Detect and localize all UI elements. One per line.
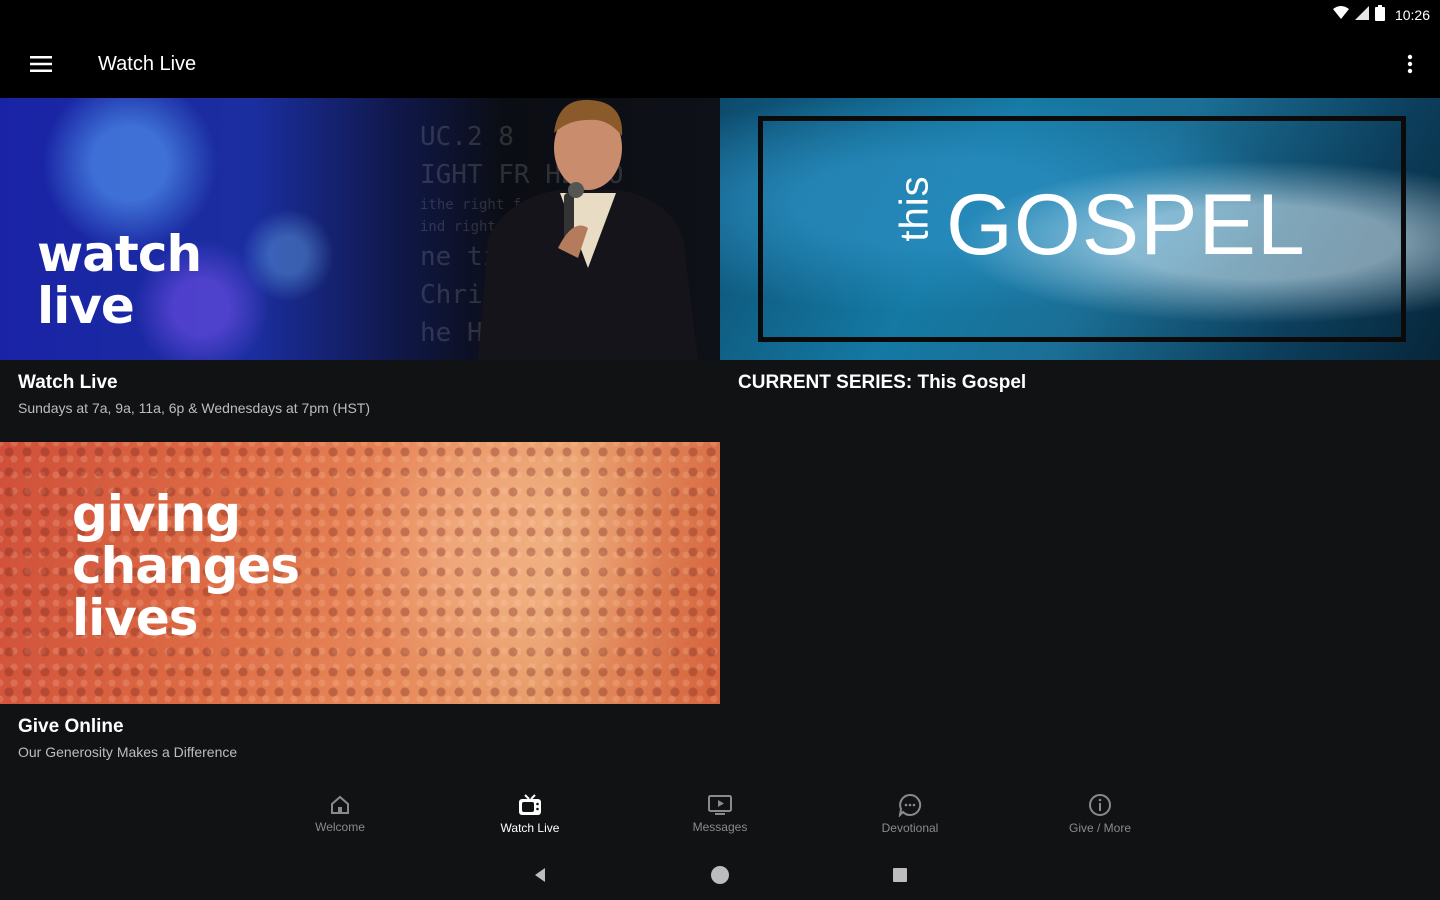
wifi-icon — [1332, 5, 1349, 25]
card-subtitle: Our Generosity Makes a Difference — [18, 744, 238, 760]
battery-icon — [1374, 4, 1385, 26]
banner-text-this: this — [892, 175, 937, 242]
card-watch-live[interactable]: UC.2 8 IGHT FR HE LO ithe right for this… — [0, 98, 720, 416]
card-title: CURRENT SERIES: This Gospel — [738, 372, 1027, 393]
overflow-menu-button[interactable] — [1398, 52, 1422, 76]
nav-item-watch-live[interactable]: Watch Live — [435, 778, 625, 850]
nav-item-devotional[interactable]: Devotional — [815, 778, 1005, 850]
nav-item-messages[interactable]: Messages — [625, 778, 815, 850]
info-icon — [1089, 794, 1111, 816]
home-button[interactable] — [705, 860, 735, 890]
nav-item-welcome[interactable]: Welcome — [245, 778, 435, 850]
bottom-navigation: Welcome Watch Live Messages Devotional G… — [0, 778, 1440, 850]
watch-live-banner-text: watch live — [37, 225, 202, 335]
giving-banner: giving changes lives — [0, 442, 720, 704]
cell-signal-icon — [1354, 5, 1369, 25]
banner-text-gospel: GOSPEL — [946, 177, 1306, 273]
nav-item-give-more[interactable]: Give / More — [1005, 778, 1195, 850]
card-subtitle: Sundays at 7a, 9a, 11a, 6p & Wednesdays … — [18, 400, 371, 416]
recents-button[interactable] — [885, 860, 915, 890]
page-title: Watch Live — [98, 52, 197, 75]
back-triangle-icon — [535, 868, 545, 882]
system-navigation-bar — [0, 850, 1440, 900]
home-circle-icon — [711, 866, 729, 884]
card-current-series[interactable]: this GOSPEL CURRENT SERIES: This Gospel — [720, 98, 1440, 394]
status-bar: 10:26 — [0, 0, 1440, 30]
monitor-play-icon — [708, 795, 732, 815]
status-time: 10:26 — [1394, 7, 1430, 23]
card-title: Give Online — [18, 716, 124, 737]
more-vertical-icon — [1407, 54, 1413, 74]
content-grid: UC.2 8 IGHT FR HE LO ithe right for this… — [0, 98, 1440, 778]
app-bar: Watch Live — [0, 30, 1440, 98]
menu-button[interactable] — [0, 30, 82, 98]
card-give-online[interactable]: giving changes lives Give Online Our Gen… — [0, 442, 720, 760]
giving-banner-text: giving changes lives — [72, 485, 300, 647]
home-icon — [331, 795, 349, 814]
card-title: Watch Live — [18, 372, 118, 393]
hamburger-menu-icon — [30, 56, 52, 72]
back-button[interactable] — [525, 860, 555, 890]
this-gospel-banner: this GOSPEL — [720, 98, 1440, 360]
tv-icon — [519, 794, 541, 815]
chat-bubble-icon — [898, 793, 922, 817]
pastor-photo — [478, 99, 698, 360]
watch-live-banner: UC.2 8 IGHT FR HE LO ithe right for this… — [0, 98, 720, 360]
recents-square-icon — [893, 868, 907, 882]
